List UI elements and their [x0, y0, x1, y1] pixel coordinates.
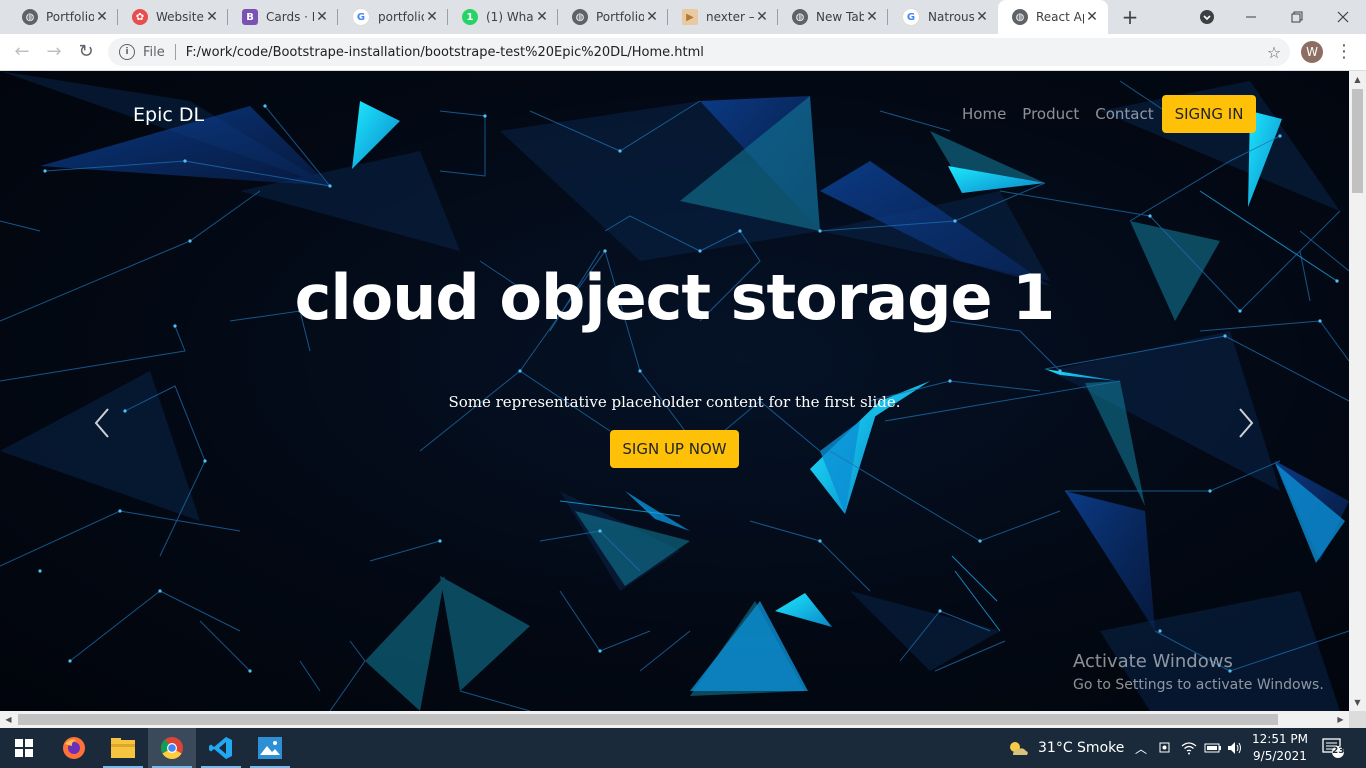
vertical-scroll-thumb[interactable] — [1352, 89, 1363, 193]
close-tab-icon[interactable]: ✕ — [314, 9, 330, 25]
close-tab-icon[interactable]: ✕ — [94, 9, 110, 25]
carousel-next-icon[interactable] — [1232, 405, 1262, 441]
notification-count: 23 — [1332, 746, 1345, 756]
new-tab-button[interactable]: + — [1118, 5, 1142, 29]
network-background — [0, 71, 1349, 711]
notification-center-icon[interactable]: 23 — [1322, 736, 1345, 758]
hero-subtitle: Some representative placeholder content … — [448, 393, 901, 411]
browser-toolbar: ← → ↻ i File F:/work/code/Bootstrape-ins… — [0, 34, 1366, 71]
chrome-menu-icon[interactable]: ⋮ — [1334, 40, 1354, 64]
signup-button[interactable]: SIGN UP NOW — [610, 430, 739, 468]
profile-avatar[interactable]: W — [1301, 41, 1323, 63]
scheme-label: File — [143, 44, 165, 60]
vertical-scrollbar[interactable]: ▲ ▼ — [1349, 71, 1366, 711]
clock-date: 9/5/2021 — [1253, 749, 1307, 763]
chrome-icon[interactable] — [148, 728, 196, 768]
weather-icon[interactable] — [1000, 728, 1036, 768]
google-icon: G — [352, 8, 370, 26]
close-tab-icon[interactable]: ✕ — [864, 9, 880, 25]
brand-logo[interactable]: Epic DL — [133, 104, 204, 126]
bookmark-star-icon[interactable]: ☆ — [1262, 43, 1286, 62]
close-tab-icon[interactable]: ✕ — [534, 9, 550, 25]
activate-windows-title: Activate Windows — [1073, 651, 1233, 672]
google-icon: G — [902, 8, 920, 26]
tab-website[interactable]: ✿ Website ✕ — [118, 0, 228, 34]
tab-react-app[interactable]: ◍ React Ap ✕ — [998, 0, 1108, 34]
clock-time: 12:51 PM — [1252, 732, 1308, 746]
vscode-icon[interactable] — [197, 728, 245, 768]
nav-contact[interactable]: Contact — [1095, 95, 1153, 133]
meet-now-icon[interactable] — [1154, 728, 1176, 768]
minimize-icon[interactable] — [1228, 0, 1274, 34]
firefox-icon[interactable] — [50, 728, 98, 768]
close-tab-icon[interactable]: ✕ — [754, 9, 770, 25]
address-bar[interactable]: i File F:/work/code/Bootstrape-installat… — [108, 38, 1290, 66]
url-text[interactable]: F:/work/code/Bootstrape-installation/boo… — [186, 45, 1262, 60]
battery-icon[interactable] — [1202, 728, 1224, 768]
close-tab-icon[interactable]: ✕ — [974, 9, 990, 25]
windows-taskbar: 31°C Smoke ︿ 12:51 PM 9/5/2021 23 — [0, 728, 1366, 768]
scroll-right-icon[interactable]: ▶ — [1332, 711, 1349, 728]
scroll-up-icon[interactable]: ▲ — [1349, 71, 1366, 88]
bootstrap-icon: B — [242, 9, 258, 25]
restore-icon[interactable] — [1274, 0, 1320, 34]
close-tab-icon[interactable]: ✕ — [204, 9, 220, 25]
horizontal-scroll-thumb[interactable] — [18, 714, 1278, 725]
signin-button[interactable]: SIGNG IN — [1161, 95, 1257, 133]
back-icon[interactable]: ← — [10, 40, 34, 64]
tab-natrous[interactable]: G Natrous ✕ — [888, 0, 998, 34]
play-icon: ▶ — [682, 9, 698, 25]
close-window-icon[interactable] — [1320, 0, 1366, 34]
main-nav: Home Product Contact SIGNG IN — [962, 95, 1257, 133]
scroll-down-icon[interactable]: ▼ — [1349, 694, 1366, 711]
system-clock[interactable]: 12:51 PM 9/5/2021 — [1245, 731, 1315, 765]
globe-icon: ◍ — [1012, 9, 1028, 25]
activate-windows-hint: Go to Settings to activate Windows. — [1073, 677, 1324, 693]
info-icon[interactable]: i — [119, 44, 135, 60]
nav-product[interactable]: Product — [1022, 95, 1079, 133]
volume-icon[interactable] — [1224, 728, 1246, 768]
tab-portfolio-1[interactable]: ◍ Portfolio ✕ — [8, 0, 118, 34]
wifi-icon[interactable] — [1178, 728, 1200, 768]
file-explorer-icon[interactable] — [99, 728, 147, 768]
show-hidden-icons-icon[interactable]: ︿ — [1130, 728, 1152, 768]
horizontal-scrollbar[interactable]: ◀ ▶ — [0, 711, 1349, 728]
tab-search-icon[interactable] — [1184, 0, 1230, 34]
tab-strip: ◍ Portfolio ✕ ✿ Website ✕ B Cards · B ✕ … — [0, 0, 1366, 34]
flame-icon: ✿ — [132, 9, 148, 25]
tab-cards[interactable]: B Cards · B ✕ — [228, 0, 338, 34]
nav-home[interactable]: Home — [962, 95, 1006, 133]
photos-icon[interactable] — [246, 728, 294, 768]
close-tab-icon[interactable]: ✕ — [424, 9, 440, 25]
forward-icon[interactable]: → — [42, 40, 66, 64]
close-tab-icon[interactable]: ✕ — [644, 9, 660, 25]
tab-portfolio-google[interactable]: G portfolio ✕ — [338, 0, 448, 34]
globe-icon: ◍ — [22, 9, 38, 25]
windows-start-icon[interactable] — [0, 728, 48, 768]
globe-icon: ◍ — [572, 9, 588, 25]
tab-portfolio-2[interactable]: ◍ Portfolio ✕ — [558, 0, 668, 34]
carousel-prev-icon[interactable] — [86, 405, 116, 441]
weather-text[interactable]: 31°C Smoke — [1038, 740, 1124, 756]
hero-title: cloud object storage 1 — [294, 261, 1056, 334]
page-viewport: Epic DL Home Product Contact SIGNG IN cl… — [0, 71, 1349, 711]
globe-icon: ◍ — [792, 9, 808, 25]
close-tab-icon[interactable]: ✕ — [1084, 9, 1100, 25]
whatsapp-icon: 1 — [462, 9, 478, 25]
tab-new-tab[interactable]: ◍ New Tab ✕ — [778, 0, 888, 34]
tab-whatsapp[interactable]: 1 (1) What ✕ — [448, 0, 558, 34]
reload-icon[interactable]: ↻ — [74, 40, 98, 64]
tab-nexter[interactable]: ▶ nexter – ✕ — [668, 0, 778, 34]
scroll-left-icon[interactable]: ◀ — [0, 711, 17, 728]
